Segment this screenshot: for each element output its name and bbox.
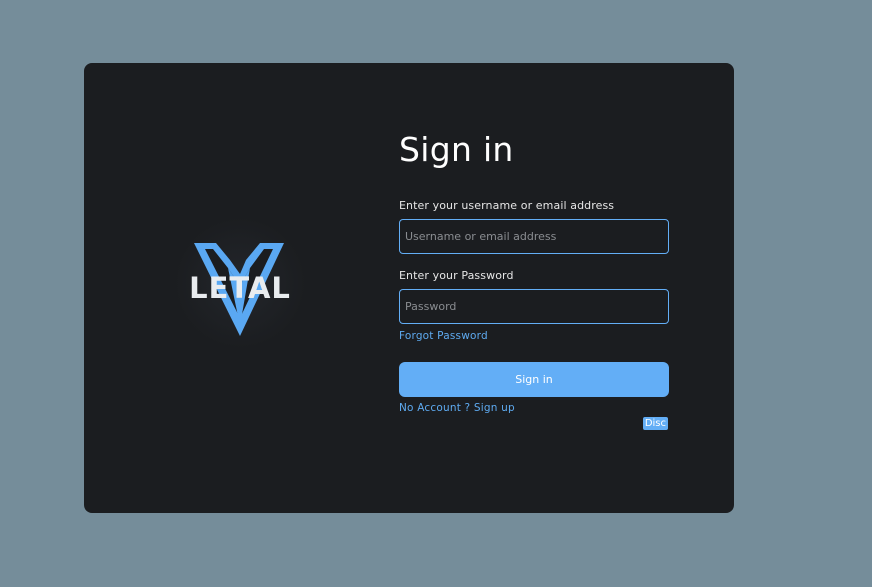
- signup-link[interactable]: No Account ? Sign up: [399, 402, 669, 414]
- brand-logo: LETAL: [168, 218, 312, 348]
- forgot-password-link[interactable]: Forgot Password: [399, 330, 669, 342]
- logo-wordmark: LETAL: [189, 271, 291, 305]
- username-label: Enter your username or email address: [399, 198, 615, 212]
- password-label: Enter your Password: [399, 268, 514, 282]
- disc-button[interactable]: Disc: [642, 416, 668, 430]
- password-input[interactable]: [399, 288, 669, 324]
- logo-emblem-icon: LETAL: [174, 218, 306, 348]
- signin-button[interactable]: Sign in: [399, 361, 669, 397]
- signin-form: Sign in Enter your username or email add…: [399, 131, 669, 430]
- login-card: LETAL Sign in Enter your username or ema…: [84, 63, 734, 513]
- page-title: Sign in: [399, 130, 514, 169]
- username-input[interactable]: [399, 218, 669, 254]
- disc-row: Disc: [399, 416, 669, 430]
